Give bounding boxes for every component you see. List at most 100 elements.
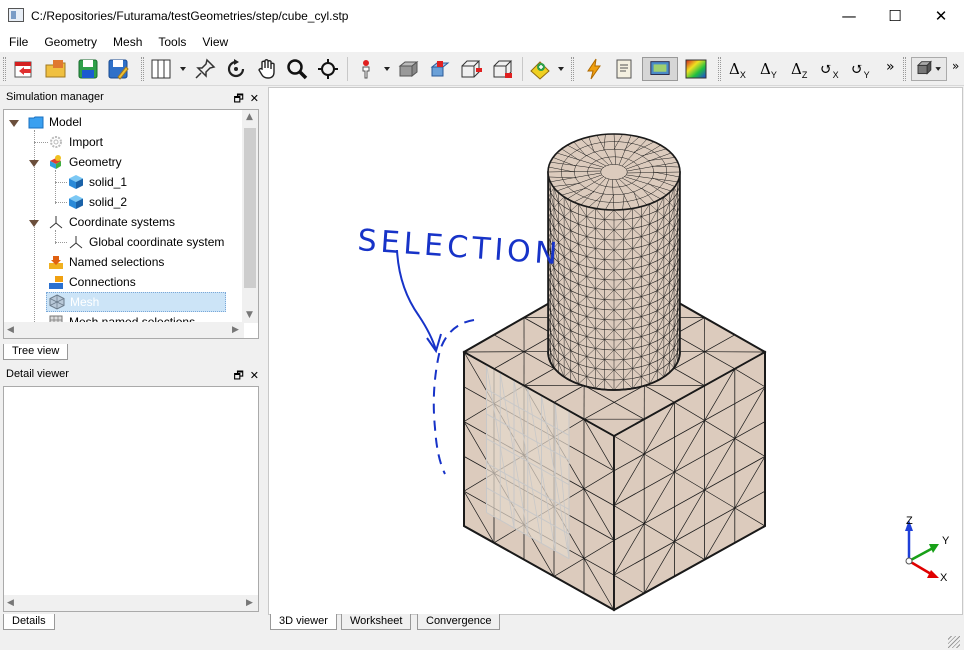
axes-icon bbox=[48, 214, 64, 230]
select-mode-dropdown-arrow[interactable] bbox=[384, 67, 390, 71]
rotate-button[interactable] bbox=[224, 57, 248, 81]
menu-tools[interactable]: Tools bbox=[149, 31, 193, 52]
layout-dropdown-arrow[interactable] bbox=[180, 67, 186, 71]
display-mode-button[interactable] bbox=[911, 57, 947, 81]
tree-item-import[interactable]: Import bbox=[48, 132, 103, 152]
tree-vertical-scrollbar[interactable]: ▲ ▼ bbox=[242, 110, 258, 323]
view-wire-button[interactable] bbox=[459, 57, 483, 81]
scroll-right-arrow[interactable]: ▶ bbox=[232, 325, 239, 335]
toolbar-grip[interactable] bbox=[903, 57, 906, 81]
close-panel-icon[interactable]: ✕ bbox=[250, 92, 259, 105]
selection-annotation-text: SELECTION bbox=[356, 223, 562, 272]
layout-button[interactable] bbox=[149, 57, 173, 81]
script-button[interactable] bbox=[612, 57, 636, 81]
toolbar-overflow-button[interactable]: » bbox=[886, 59, 895, 75]
maximize-button[interactable]: ☐ bbox=[872, 0, 918, 31]
axis-triad: Z Y X bbox=[905, 515, 950, 584]
translate-x-button[interactable]: ΔX bbox=[729, 60, 746, 80]
box-section-icon bbox=[493, 60, 513, 78]
rotate-y-button[interactable]: ↺Y bbox=[851, 60, 870, 80]
toolbar-overflow-button-2[interactable]: » bbox=[952, 59, 959, 73]
detail-viewer-title: Detail viewer 🗗 ✕ bbox=[2, 366, 263, 384]
script-icon bbox=[616, 59, 632, 79]
save-as-button[interactable] bbox=[106, 57, 130, 81]
view-front-button[interactable] bbox=[397, 57, 421, 81]
tree-collapse-arrow[interactable] bbox=[29, 160, 39, 167]
tree-item-coordinate-systems[interactable]: Coordinate systems bbox=[48, 212, 175, 232]
scroll-right-arrow[interactable]: ▶ bbox=[246, 598, 253, 608]
tree-item-global-coordinate-system[interactable]: Global coordinate system bbox=[68, 232, 224, 252]
fit-view-button[interactable] bbox=[316, 57, 340, 81]
tree-scroll-thumb[interactable] bbox=[244, 128, 256, 288]
zoom-button[interactable] bbox=[285, 57, 309, 81]
named-selection-dropdown-arrow[interactable] bbox=[558, 67, 564, 71]
tab-convergence[interactable]: Convergence bbox=[417, 614, 501, 630]
menu-geometry[interactable]: Geometry bbox=[35, 31, 104, 52]
tab-details[interactable]: Details bbox=[3, 614, 55, 630]
tree-item-model[interactable]: Model bbox=[28, 112, 82, 132]
tree-item-solid-2[interactable]: solid_2 bbox=[68, 192, 127, 212]
tree-horizontal-scrollbar[interactable]: ◀ ▶ bbox=[4, 322, 244, 338]
select-mode-button[interactable] bbox=[354, 57, 378, 81]
minimize-button[interactable]: — bbox=[826, 0, 872, 31]
3d-viewport[interactable]: SELECTION Z Y X bbox=[268, 87, 963, 615]
toolbar-grip[interactable] bbox=[571, 57, 574, 81]
tree-collapse-arrow[interactable] bbox=[9, 120, 19, 127]
detail-horizontal-scrollbar[interactable]: ◀ ▶ bbox=[4, 595, 258, 611]
view-iso-button[interactable] bbox=[427, 57, 451, 81]
color-map-button[interactable] bbox=[684, 57, 708, 81]
menu-file[interactable]: File bbox=[0, 31, 35, 52]
toolbar-grip[interactable] bbox=[3, 57, 6, 81]
tree-item-geometry[interactable]: Geometry bbox=[48, 152, 122, 172]
tree-line bbox=[34, 142, 48, 143]
translate-z-button[interactable]: ΔZ bbox=[791, 60, 807, 80]
tab-worksheet[interactable]: Worksheet bbox=[341, 614, 412, 630]
scroll-left-arrow[interactable]: ◀ bbox=[7, 325, 14, 335]
tree-line bbox=[55, 242, 67, 243]
named-selection-button[interactable] bbox=[528, 57, 552, 81]
toolbar-grip[interactable] bbox=[141, 57, 144, 81]
pin-button[interactable] bbox=[193, 57, 217, 81]
axes-icon bbox=[68, 234, 84, 250]
folder-icon bbox=[28, 114, 44, 130]
simulation-tree[interactable]: Model Import Geometry solid_1 solid_2 Co… bbox=[3, 109, 259, 339]
x-axis-label: X bbox=[940, 572, 948, 584]
toolbar-grip[interactable] bbox=[718, 57, 721, 81]
tree-item-mesh[interactable]: Mesh bbox=[46, 292, 226, 312]
scroll-down-arrow[interactable]: ▼ bbox=[246, 310, 253, 320]
scroll-left-arrow[interactable]: ◀ bbox=[7, 598, 14, 608]
float-icon[interactable]: 🗗 bbox=[233, 92, 243, 105]
tab-3d-viewer[interactable]: 3D viewer bbox=[270, 614, 337, 630]
connections-icon bbox=[48, 274, 64, 290]
tree-item-named-selections[interactable]: Named selections bbox=[48, 252, 164, 272]
mesh-scene[interactable]: SELECTION Z Y X bbox=[269, 88, 962, 614]
tree-collapse-arrow[interactable] bbox=[29, 220, 39, 227]
solve-button[interactable] bbox=[582, 57, 606, 81]
tree-item-connections[interactable]: Connections bbox=[48, 272, 136, 292]
import-folder-icon bbox=[45, 60, 66, 78]
rotate-x-button[interactable]: ↺X bbox=[820, 60, 839, 80]
triad-origin bbox=[905, 557, 913, 565]
tree-line bbox=[55, 182, 67, 183]
tree-item-solid-1[interactable]: solid_1 bbox=[68, 172, 127, 192]
resize-grip[interactable] bbox=[948, 636, 960, 648]
import-button[interactable] bbox=[44, 57, 68, 81]
tab-tree-view[interactable]: Tree view bbox=[3, 344, 69, 360]
pan-button[interactable] bbox=[255, 57, 279, 81]
save-button[interactable] bbox=[76, 57, 100, 81]
open-file-button[interactable] bbox=[12, 57, 36, 81]
fit-view-icon bbox=[318, 59, 338, 79]
translate-y-button[interactable]: ΔY bbox=[760, 60, 777, 80]
view-section-button[interactable] bbox=[491, 57, 515, 81]
screenshot-button[interactable] bbox=[642, 57, 678, 81]
menu-view[interactable]: View bbox=[193, 31, 235, 52]
cylinder-mesh[interactable] bbox=[547, 133, 681, 391]
detail-viewer-panel[interactable]: ◀ ▶ bbox=[3, 386, 259, 612]
close-button[interactable]: ✕ bbox=[918, 0, 964, 31]
scroll-up-arrow[interactable]: ▲ bbox=[246, 112, 253, 122]
menu-bar: File Geometry Mesh Tools View bbox=[0, 31, 964, 52]
close-panel-icon[interactable]: ✕ bbox=[250, 369, 259, 382]
y-axis-line bbox=[908, 546, 934, 563]
menu-mesh[interactable]: Mesh bbox=[104, 31, 149, 52]
float-icon[interactable]: 🗗 bbox=[233, 369, 243, 382]
